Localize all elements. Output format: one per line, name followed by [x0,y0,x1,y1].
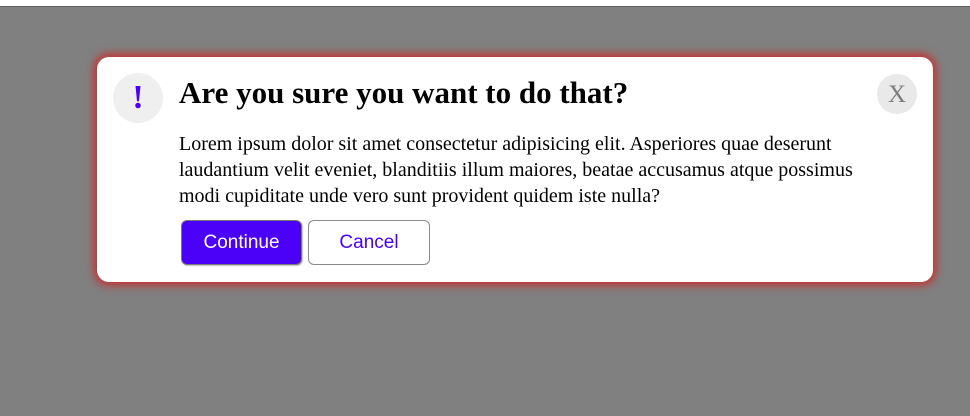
alert-badge: ! [113,73,163,123]
continue-button[interactable]: Continue [181,220,302,265]
dialog-message: Lorem ipsum dolor sit amet consectetur a… [179,133,853,207]
browser-top-edge [0,0,970,7]
cancel-button[interactable]: Cancel [308,220,430,265]
close-icon: X [887,80,907,108]
dialog-title: Are you sure you want to do that? [179,75,629,110]
close-button[interactable]: X [877,74,917,114]
exclamation-icon: ! [132,79,144,116]
confirm-dialog: ! Are you sure you want to do that? X Lo… [97,57,933,282]
